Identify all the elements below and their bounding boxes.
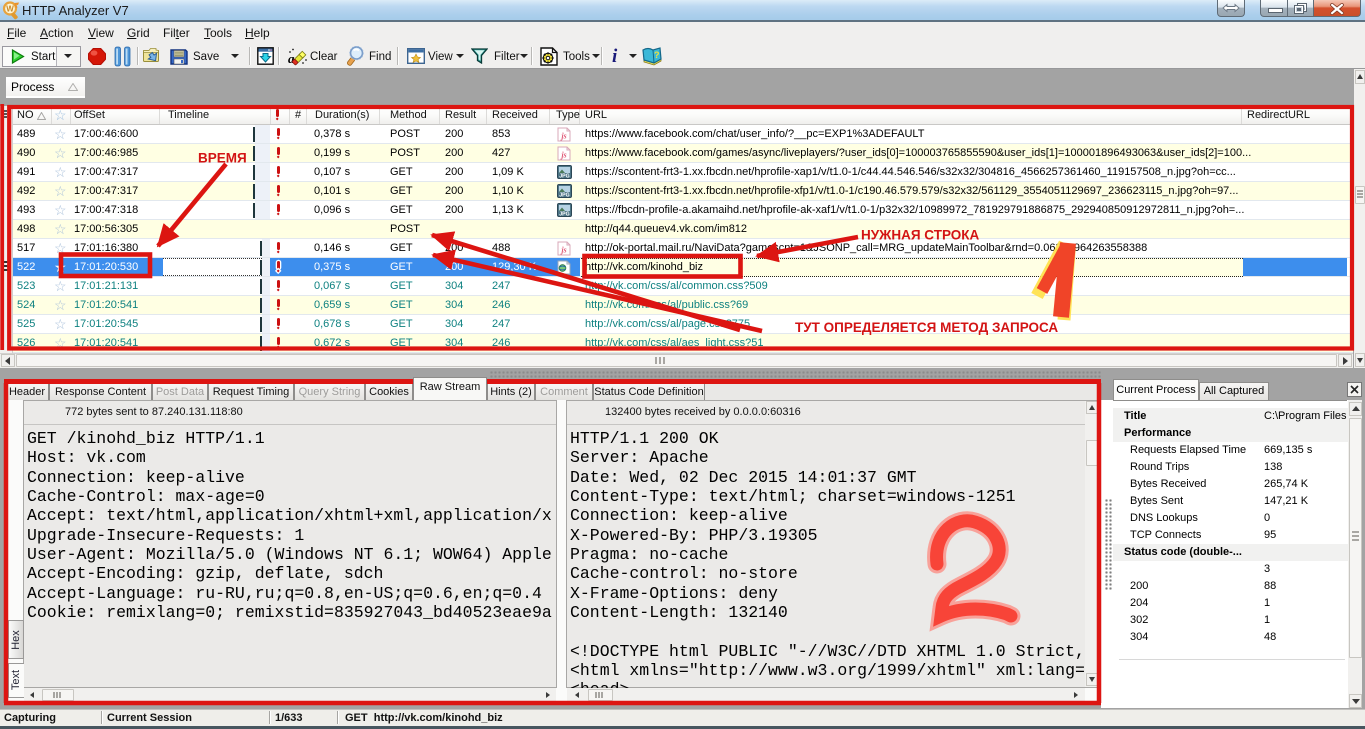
svg-text:НУЖНАЯ СТРОКА: НУЖНАЯ СТРОКА	[861, 228, 980, 243]
svg-text:ТУТ ОПРЕДЕЛЯЕТСЯ МЕТОД ЗАПРОСА: ТУТ ОПРЕДЕЛЯЕТСЯ МЕТОД ЗАПРОСА	[795, 320, 1058, 335]
svg-text:ВРЕМЯ: ВРЕМЯ	[198, 151, 247, 166]
